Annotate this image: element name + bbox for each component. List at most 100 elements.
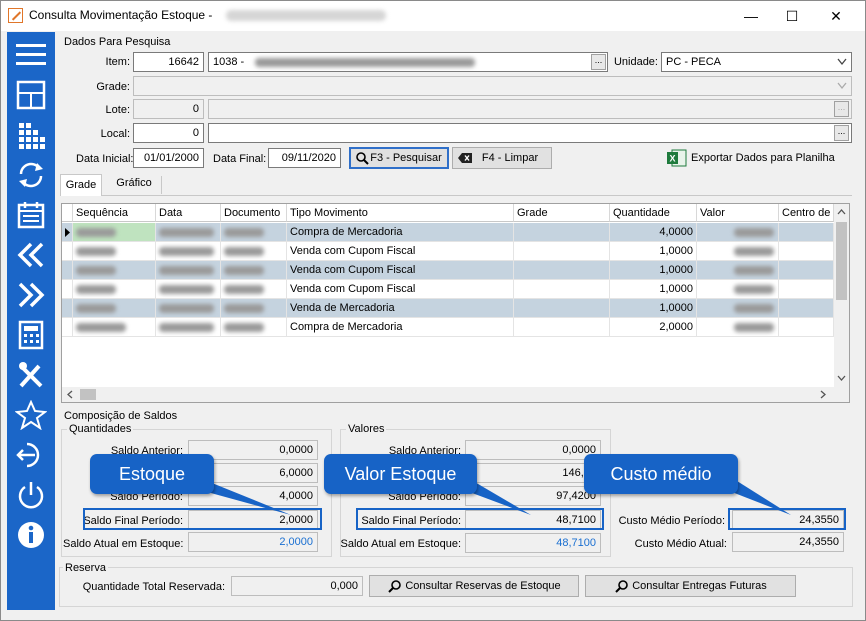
consultar-reservas-button[interactable]: Consultar Reservas de Estoque: [369, 575, 579, 597]
table-row[interactable]: Compra de Mercadoria 4,0000: [62, 223, 834, 242]
tools-icon[interactable]: [15, 360, 47, 390]
scroll-right-icon[interactable]: [820, 390, 826, 399]
table-row[interactable]: Venda com Cupom Fiscal 1,0000: [62, 261, 834, 280]
refresh-icon[interactable]: [15, 160, 47, 190]
maximize-button[interactable]: ☐: [769, 1, 815, 31]
item-label: Item:: [105, 56, 130, 68]
double-right-icon[interactable]: [15, 280, 47, 310]
vertical-scrollbar[interactable]: [834, 204, 849, 387]
lote-label: Lote:: [105, 104, 130, 116]
cell-grade: [514, 261, 610, 280]
column-header[interactable]: Tipo Movimento: [287, 204, 514, 222]
cell-sequencia: [73, 242, 156, 261]
cell-valor: [697, 261, 779, 280]
item-code-field[interactable]: 16642: [133, 52, 204, 72]
item-lookup-button[interactable]: ...: [591, 54, 606, 70]
cell-grade: [514, 299, 610, 318]
qtd-saldo-atual-field: 2,0000: [188, 532, 318, 552]
highlight-saldo-final-qtd: [83, 508, 322, 530]
cell-grade: [514, 242, 610, 261]
unidade-select[interactable]: PC - PECA: [661, 52, 852, 72]
reserva-qtd-label: Quantidade Total Reservada:: [82, 581, 225, 593]
cell-valor: [697, 242, 779, 261]
search-icon: [388, 580, 401, 593]
calendar-icon[interactable]: [15, 200, 47, 230]
cell-centro-custo: [779, 299, 834, 318]
scroll-left-icon[interactable]: [67, 390, 73, 399]
cell-data: [156, 280, 221, 299]
data-inicial-label: Data Inicial:: [76, 153, 134, 165]
row-indicator: [62, 280, 73, 299]
lote-lookup-button[interactable]: ...: [834, 101, 849, 117]
row-indicator: [62, 299, 73, 318]
cell-documento: [221, 223, 287, 242]
table-row[interactable]: Compra de Mercadoria 2,0000: [62, 318, 834, 337]
consultar-entregas-button[interactable]: Consultar Entregas Futuras: [585, 575, 796, 597]
callout-estoque: Estoque: [90, 454, 214, 494]
cell-documento: [221, 318, 287, 337]
cell-data: [156, 261, 221, 280]
cell-quantidade: 2,0000: [610, 318, 697, 337]
sidebar: [7, 32, 55, 610]
lote-description-field[interactable]: [208, 99, 852, 119]
column-header[interactable]: Data: [156, 204, 221, 222]
custo-medio-atual-field: 24,3550: [732, 532, 844, 552]
local-label: Local:: [100, 128, 130, 140]
limpar-button[interactable]: F4 - Limpar: [452, 147, 552, 169]
close-button[interactable]: ✕: [813, 1, 859, 31]
cell-tipo-movimento: Venda com Cupom Fiscal: [287, 280, 514, 299]
movimentos-grid[interactable]: Sequência Data Documento Tipo Movimento …: [61, 203, 850, 403]
grade-select[interactable]: [133, 76, 852, 96]
scroll-up-icon[interactable]: [837, 209, 846, 215]
table-row[interactable]: Venda com Cupom Fiscal 1,0000: [62, 280, 834, 299]
horizontal-scrollbar[interactable]: [62, 387, 849, 402]
double-left-icon[interactable]: [15, 240, 47, 270]
layout-icon[interactable]: [15, 80, 47, 110]
local-code-field[interactable]: 0: [133, 123, 204, 143]
vertical-scroll-thumb[interactable]: [836, 222, 847, 300]
data-inicial-field[interactable]: 01/01/2000: [133, 148, 204, 168]
grid-icon[interactable]: [15, 120, 47, 150]
scroll-down-icon[interactable]: [837, 375, 846, 381]
callout-valor-estoque: Valor Estoque: [324, 454, 477, 494]
cell-quantidade: 1,0000: [610, 261, 697, 280]
column-header[interactable]: Documento: [221, 204, 287, 222]
table-row[interactable]: Venda de Mercadoria 1,0000: [62, 299, 834, 318]
chevron-down-icon: [837, 82, 847, 90]
column-header[interactable]: Quantidade: [610, 204, 697, 222]
clear-icon: [458, 153, 472, 163]
pesquisar-button[interactable]: F3 - Pesquisar: [349, 147, 449, 169]
menu-icon[interactable]: [15, 40, 47, 70]
app-icon: [8, 8, 23, 23]
cell-centro-custo: [779, 261, 834, 280]
calculator-icon[interactable]: [15, 320, 47, 350]
highlight-saldo-final-valor: [356, 508, 604, 530]
local-lookup-button[interactable]: ...: [834, 125, 849, 141]
tab-grade[interactable]: Grade: [60, 174, 102, 196]
horizontal-scroll-thumb[interactable]: [80, 389, 96, 400]
column-header[interactable]: Grade: [514, 204, 610, 222]
search-icon: [356, 152, 369, 165]
custo-medio-periodo-label: Custo Médio Período:: [618, 515, 725, 527]
power-icon[interactable]: [15, 480, 47, 510]
column-header[interactable]: Centro de C: [779, 204, 834, 222]
minimize-button[interactable]: —: [728, 1, 774, 31]
current-row-icon: [65, 228, 70, 237]
local-description-field[interactable]: [208, 123, 852, 143]
cell-centro-custo: [779, 223, 834, 242]
cell-valor: [697, 318, 779, 337]
tab-grafico[interactable]: Gráfico: [106, 173, 162, 195]
cell-sequencia: [73, 299, 156, 318]
data-final-field[interactable]: 09/11/2020: [268, 148, 341, 168]
star-icon[interactable]: [14, 399, 48, 431]
lote-code-field[interactable]: 0: [133, 99, 204, 119]
column-header[interactable]: Sequência: [73, 204, 156, 222]
table-row[interactable]: Venda com Cupom Fiscal 1,0000: [62, 242, 834, 261]
info-icon[interactable]: [15, 520, 47, 550]
exit-icon[interactable]: [15, 440, 47, 470]
item-description-field[interactable]: 1038 -: [208, 52, 608, 72]
cell-data: [156, 318, 221, 337]
column-header[interactable]: Valor: [697, 204, 779, 222]
exportar-button[interactable]: X Exportar Dados para Planilha: [667, 149, 835, 167]
redacted-title-text: [226, 10, 386, 21]
